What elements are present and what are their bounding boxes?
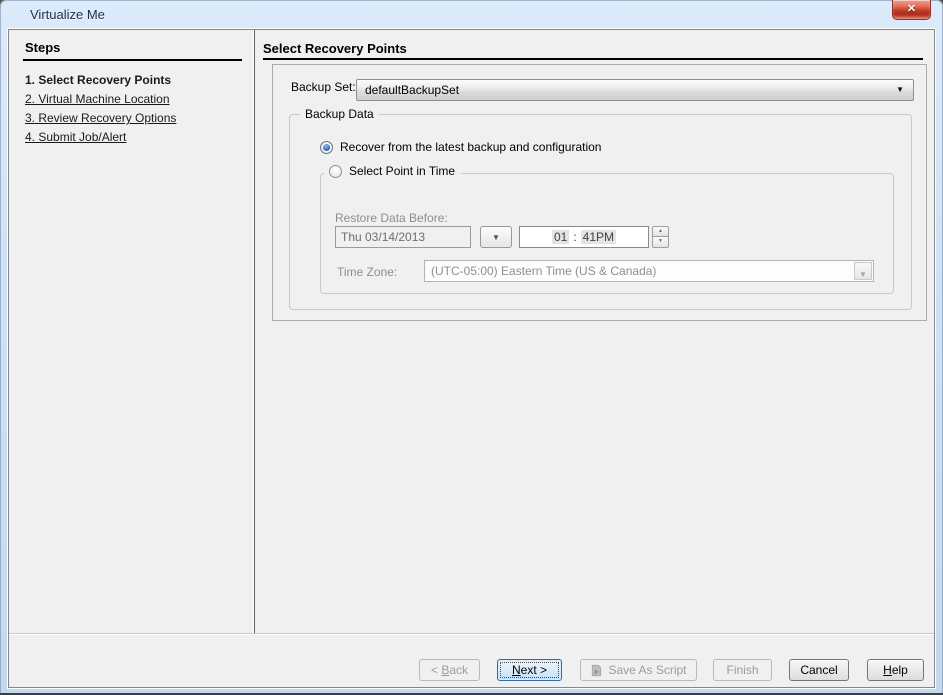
sidebar-divider bbox=[254, 30, 255, 633]
time-zone-dropdown-arrow[interactable]: ▼ bbox=[854, 262, 872, 280]
date-dropdown-button[interactable]: ▼ bbox=[480, 226, 512, 248]
time-zone-value: (UTC-05:00) Eastern Time (US & Canada) bbox=[431, 264, 656, 278]
steps-header-rule bbox=[23, 59, 242, 61]
spinner-up-button[interactable]: ▲ bbox=[652, 226, 669, 237]
dialog-window: Virtualize Me ✕ Steps 1. Select Recovery… bbox=[0, 0, 943, 695]
recovery-points-panel: Backup Set: defaultBackupSet ▼ Backup Da… bbox=[272, 64, 927, 321]
page-title: Select Recovery Points bbox=[263, 41, 407, 56]
step-item-virtual-machine-location[interactable]: 2. Virtual Machine Location bbox=[25, 93, 176, 105]
save-as-script-button: Save As Script bbox=[580, 659, 697, 681]
time-separator: : bbox=[573, 230, 576, 244]
dialog-content: Steps 1. Select Recovery Points 2. Virtu… bbox=[8, 29, 935, 688]
cancel-button[interactable]: Cancel bbox=[789, 659, 849, 681]
chevron-down-icon: ▼ bbox=[859, 270, 867, 279]
finish-button: Finish bbox=[713, 659, 772, 681]
arrow-up-icon: ▲ bbox=[653, 227, 668, 236]
close-icon: ✕ bbox=[907, 3, 916, 15]
script-icon bbox=[590, 664, 603, 677]
steps-header: Steps bbox=[25, 40, 60, 55]
backup-data-legend: Backup Data bbox=[300, 107, 379, 121]
window-title: Virtualize Me bbox=[30, 7, 105, 22]
next-button[interactable]: Next > bbox=[497, 659, 562, 681]
radio-recover-latest-label: Recover from the latest backup and confi… bbox=[340, 140, 601, 154]
step-item-review-recovery-options[interactable]: 3. Review Recovery Options bbox=[25, 112, 176, 124]
backup-data-group: Backup Data Recover from the latest back… bbox=[289, 114, 912, 310]
step-item-select-recovery-points: 1. Select Recovery Points bbox=[25, 74, 176, 86]
help-button[interactable]: Help bbox=[867, 659, 924, 681]
radio-select-point-in-time-label: Select Point in Time bbox=[349, 164, 455, 178]
radio-recover-latest[interactable] bbox=[320, 141, 333, 154]
time-hour-value: 01 bbox=[552, 230, 569, 244]
restore-date-field[interactable]: Thu 03/14/2013 bbox=[335, 226, 471, 248]
arrow-down-icon: ▼ bbox=[653, 237, 668, 246]
restore-time-field[interactable]: 01 : 41PM bbox=[519, 226, 649, 248]
restore-data-before-label: Restore Data Before: bbox=[335, 211, 448, 225]
time-minute-value: 41PM bbox=[581, 230, 616, 244]
page-title-rule bbox=[263, 58, 923, 60]
radio-row-latest-backup: Recover from the latest backup and confi… bbox=[320, 140, 601, 154]
backup-set-value: defaultBackupSet bbox=[365, 83, 459, 97]
chevron-down-icon: ▼ bbox=[896, 85, 904, 94]
steps-list: 1. Select Recovery Points 2. Virtual Mac… bbox=[25, 74, 176, 150]
steps-sidebar: Steps 1. Select Recovery Points 2. Virtu… bbox=[9, 30, 253, 633]
step-item-submit-job-alert[interactable]: 4. Submit Job/Alert bbox=[25, 131, 176, 143]
close-button[interactable]: ✕ bbox=[892, 0, 931, 20]
point-in-time-legend: Select Point in Time bbox=[324, 164, 461, 178]
back-button: < Back bbox=[419, 659, 480, 681]
spinner-down-button[interactable]: ▼ bbox=[652, 237, 669, 248]
main-panel: Select Recovery Points Backup Set: defau… bbox=[256, 30, 934, 633]
chevron-down-icon: ▼ bbox=[492, 233, 500, 242]
time-zone-dropdown[interactable]: (UTC-05:00) Eastern Time (US & Canada) ▼ bbox=[424, 260, 874, 282]
backup-set-label: Backup Set: bbox=[291, 80, 356, 94]
radio-select-point-in-time[interactable] bbox=[329, 165, 342, 178]
time-spinner: ▲ ▼ bbox=[652, 226, 669, 248]
button-bar: < Back Next > Save As Script Finish Canc… bbox=[9, 633, 934, 687]
point-in-time-group: Select Point in Time Restore Data Before… bbox=[320, 173, 894, 294]
backup-set-dropdown[interactable]: defaultBackupSet ▼ bbox=[356, 79, 914, 101]
time-zone-label: Time Zone: bbox=[337, 265, 397, 279]
